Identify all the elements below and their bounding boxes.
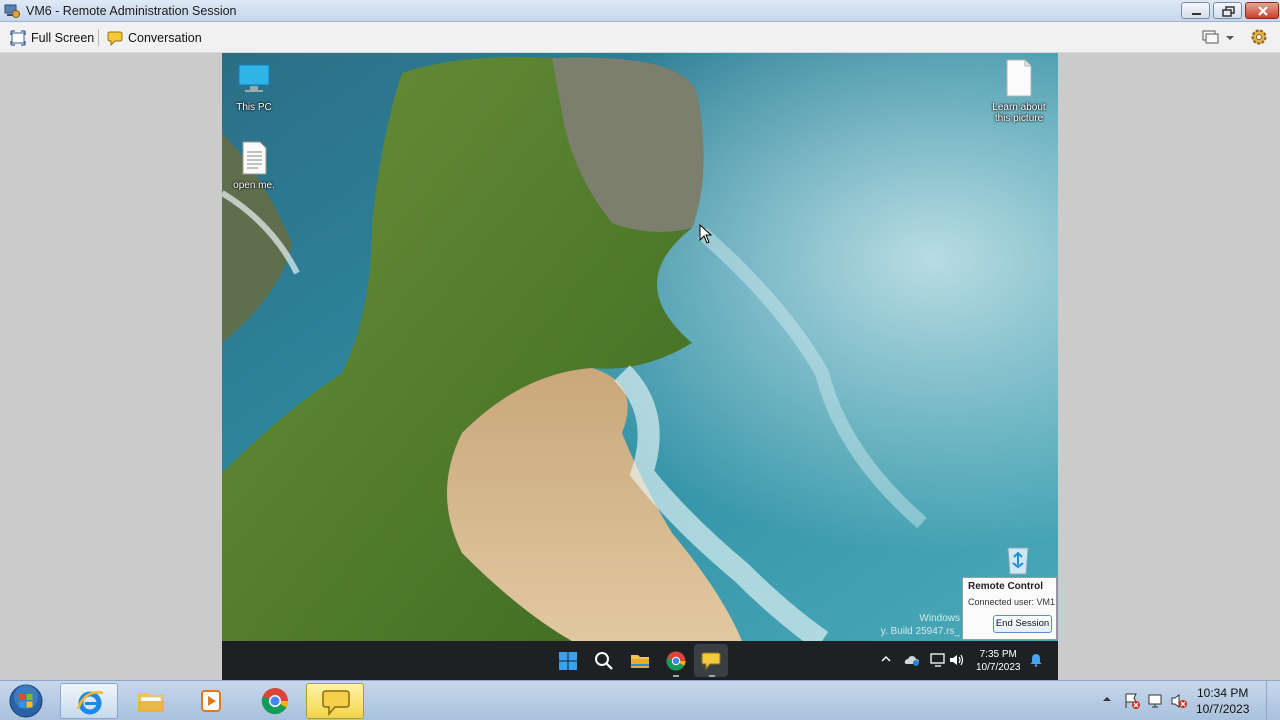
chrome-icon[interactable] xyxy=(665,650,687,672)
internet-explorer-icon xyxy=(76,691,104,715)
restore-button[interactable] xyxy=(1213,2,1242,19)
toolbar-divider xyxy=(98,29,99,46)
close-icon xyxy=(1258,6,1268,16)
end-session-button[interactable]: End Session xyxy=(993,615,1052,633)
desktop-icon-label: This PC xyxy=(236,102,272,113)
text-document-icon xyxy=(242,141,267,175)
restore-icon xyxy=(1222,6,1235,17)
show-desktop-button[interactable] xyxy=(1266,681,1280,720)
chat-bubble-icon xyxy=(107,31,123,46)
conversation-label: Conversation xyxy=(128,31,202,45)
chevron-up-icon[interactable] xyxy=(880,653,892,665)
taskbar-file-explorer[interactable] xyxy=(122,683,180,719)
desktop-icon-label: Learn about this picture xyxy=(992,102,1046,124)
blank-document-icon xyxy=(1006,59,1032,97)
search-icon[interactable] xyxy=(593,650,615,672)
desktop-icon-this-pc[interactable]: This PC xyxy=(222,61,286,113)
taskbar-chrome[interactable] xyxy=(246,683,304,719)
action-center-icon[interactable] xyxy=(1123,692,1141,710)
display-icon[interactable] xyxy=(1201,28,1219,46)
chrome-icon xyxy=(261,688,289,715)
mouse-cursor-icon xyxy=(699,224,713,244)
remote-time: 7:35 PM xyxy=(979,649,1017,660)
recycle-bin-icon xyxy=(1007,547,1029,575)
file-explorer-icon[interactable] xyxy=(629,650,651,672)
remote-date: 10/7/2023 xyxy=(976,662,1021,673)
host-clock[interactable]: 10:34 PM 10/7/2023 xyxy=(1196,685,1249,717)
bell-icon[interactable] xyxy=(1029,653,1043,667)
network-icon[interactable] xyxy=(930,653,946,667)
chevron-up-icon[interactable] xyxy=(1101,693,1113,705)
remote-clock[interactable]: 7:35 PM 10/7/2023 xyxy=(976,648,1021,674)
full-screen-button[interactable]: Full Screen xyxy=(10,28,94,48)
remote-control-title: Remote Control xyxy=(968,581,1043,592)
speaker-muted-icon[interactable] xyxy=(1170,692,1188,710)
full-screen-label: Full Screen xyxy=(31,31,95,45)
taskbar-media-player[interactable] xyxy=(182,683,240,719)
remote-desktop[interactable]: This PC open me. Learn about this pictur… xyxy=(222,53,1058,680)
minimize-button[interactable] xyxy=(1181,2,1210,19)
minimize-icon xyxy=(1192,13,1201,15)
remote-taskbar: 7:35 PM 10/7/2023 xyxy=(222,641,1058,680)
windows-watermark-line1: Windows xyxy=(919,613,960,624)
desktop-icon-recycle-bin[interactable] xyxy=(986,543,1050,580)
monitor-icon xyxy=(238,64,270,92)
remote-admin-icon xyxy=(4,4,20,18)
window-title-bar: VM6 - Remote Administration Session xyxy=(0,0,1280,22)
windows-start-icon[interactable] xyxy=(557,650,579,672)
host-taskbar: 10:34 PM 10/7/2023 xyxy=(0,680,1280,720)
taskbar-internet-explorer[interactable] xyxy=(60,683,118,719)
window-title: VM6 - Remote Administration Session xyxy=(26,4,237,18)
session-toolbar: Full Screen Conversation xyxy=(0,22,1280,53)
full-screen-icon xyxy=(10,30,26,46)
settings-gear-icon[interactable] xyxy=(1250,28,1268,46)
onedrive-icon[interactable] xyxy=(904,653,920,667)
connected-user-text: Connected user: VM1 xyxy=(968,597,1056,607)
remote-control-popup: Remote Control Connected user: VM1 End S… xyxy=(962,577,1057,640)
chevron-down-icon[interactable] xyxy=(1225,34,1235,42)
conversation-button[interactable]: Conversation xyxy=(107,28,202,48)
running-indicator xyxy=(709,675,715,677)
chat-bubble-icon xyxy=(322,690,350,717)
close-button[interactable] xyxy=(1245,2,1279,19)
desktop-icon-open-me[interactable]: open me. xyxy=(222,141,286,191)
chat-bubble-icon[interactable] xyxy=(700,650,722,672)
wallpaper-image xyxy=(222,53,1058,641)
host-date: 10/7/2023 xyxy=(1196,702,1250,716)
file-explorer-icon xyxy=(138,693,164,712)
desktop-icon-label: open me. xyxy=(233,180,275,191)
network-icon[interactable] xyxy=(1146,692,1164,710)
windows-watermark-line2: y. Build 25947.rs_ xyxy=(880,626,960,637)
taskbar-chat[interactable] xyxy=(306,683,364,719)
windows7-start-orb-icon[interactable] xyxy=(7,683,45,719)
host-time: 10:34 PM xyxy=(1197,686,1249,700)
desktop-icon-learn-about-picture[interactable]: Learn about this picture xyxy=(985,59,1053,124)
running-indicator xyxy=(673,675,679,677)
media-player-icon xyxy=(201,690,221,712)
speaker-icon[interactable] xyxy=(949,653,965,667)
